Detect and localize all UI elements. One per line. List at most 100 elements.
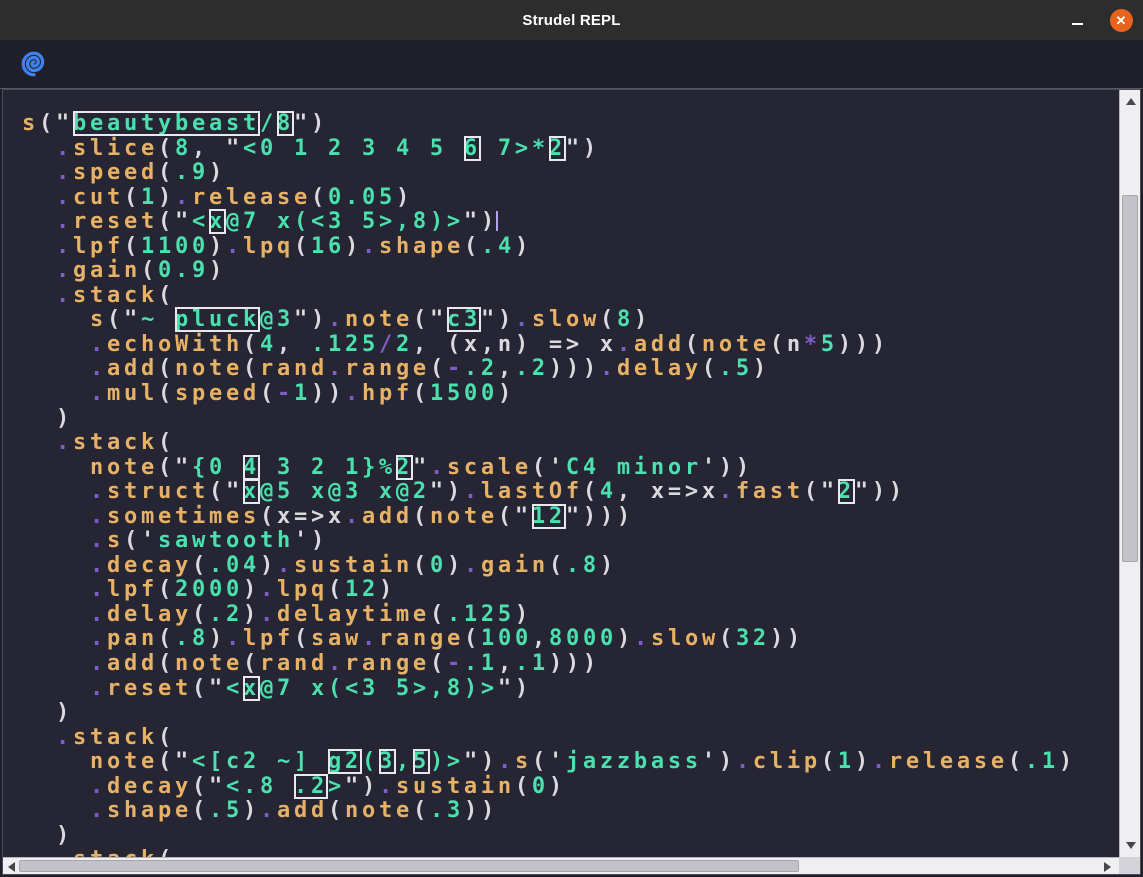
code-token: ) (56, 406, 73, 431)
code-token: ) (583, 136, 600, 161)
code-token: )> (430, 749, 464, 774)
code-token: .1 (1025, 749, 1059, 774)
code-line: .stack( (22, 726, 1119, 751)
vertical-scroll-thumb[interactable] (1122, 195, 1138, 562)
code-line: ) (22, 407, 1119, 432)
code-token: . (617, 332, 634, 357)
code-token: . (56, 430, 73, 455)
window-titlebar[interactable]: Strudel REPL ✕ (0, 0, 1143, 41)
code-token: )) (872, 479, 906, 504)
code-token: ( (583, 479, 600, 504)
code-token: . (90, 577, 107, 602)
code-token: ) (56, 700, 73, 725)
code-token: sustain (396, 774, 515, 799)
strudel-logo-icon[interactable] (20, 50, 48, 78)
code-token: ) (260, 553, 277, 578)
code-token: . (498, 749, 515, 774)
code-token: ) (362, 774, 379, 799)
code-token: .5 (719, 356, 753, 381)
code-token (22, 185, 56, 210)
highlighted-token: 5 (413, 749, 430, 774)
app-header (0, 40, 1143, 89)
highlighted-token: x (243, 676, 260, 701)
code-token: ( (294, 234, 311, 259)
code-token: . (56, 209, 73, 234)
code-token: clip (753, 749, 821, 774)
code-area[interactable]: s("beautybeast/8") .slice(8, "<0 1 2 3 4… (3, 90, 1119, 857)
code-token: note (175, 356, 243, 381)
code-token: @7 x(<3 5>,8)> (260, 676, 498, 701)
code-token: reset (107, 676, 192, 701)
code-token: , (277, 332, 311, 357)
highlighted-token: g2 (328, 749, 362, 774)
code-token: cut (73, 185, 124, 210)
code-token: lpq (277, 577, 328, 602)
code-token: speed (175, 381, 260, 406)
code-line: .slice(8, "<0 1 2 3 4 5 6 7>*2") (22, 137, 1119, 162)
code-token: / (379, 332, 396, 357)
code-token: saw (311, 626, 362, 651)
code-token: shape (107, 798, 192, 823)
code-token (22, 356, 90, 381)
code-token: ( (192, 774, 209, 799)
code-token: .8 (175, 626, 209, 651)
code-token: . (90, 332, 107, 357)
scroll-right-arrow-icon[interactable] (1104, 862, 1111, 872)
code-token: {0 (192, 455, 243, 480)
code-token: note (90, 749, 158, 774)
code-token: . (90, 528, 107, 553)
code-token: ( (243, 651, 260, 676)
code-token: 16 (311, 234, 345, 259)
horizontal-scrollbar[interactable] (3, 857, 1119, 874)
code-token: ( (124, 528, 141, 553)
code-token: 100 (481, 626, 532, 651)
code-token: add (634, 332, 685, 357)
code-token: .9 (175, 160, 209, 185)
code-token: speed (73, 160, 158, 185)
code-line: .cut(1).release(0.05) (22, 186, 1119, 211)
code-token: " (413, 455, 430, 480)
code-token: 0 (532, 774, 549, 799)
code-token: note (430, 504, 498, 529)
scroll-down-arrow-icon[interactable] (1126, 842, 1136, 849)
code-token: ))) (583, 504, 634, 529)
code-token: . (719, 479, 736, 504)
code-token: * (804, 332, 821, 357)
code-token: <0 1 2 3 4 5 (243, 136, 464, 161)
code-token: . (56, 234, 73, 259)
code-token: " (209, 676, 226, 701)
code-token: reset (73, 209, 158, 234)
minimize-icon (1072, 23, 1083, 25)
code-token (22, 504, 90, 529)
code-token: . (464, 553, 481, 578)
minimize-button[interactable] (1063, 8, 1091, 32)
scroll-left-arrow-icon[interactable] (8, 862, 15, 872)
code-line: .stack( (22, 848, 1119, 857)
code-token: ( (464, 234, 481, 259)
highlighted-token: x (209, 209, 226, 234)
code-token: " (430, 307, 447, 332)
code-token: .1 (464, 651, 498, 676)
close-button[interactable]: ✕ (1109, 8, 1133, 32)
horizontal-scroll-thumb[interactable] (19, 860, 799, 872)
code-token: add (107, 651, 158, 676)
code-token: ( (260, 504, 277, 529)
code-token (22, 234, 56, 259)
code-token: ( (430, 602, 447, 627)
code-token: 1100 (141, 234, 209, 259)
code-token (22, 553, 90, 578)
code-token: . (56, 725, 73, 750)
code-token: n (787, 332, 804, 357)
code-token: 5 (821, 332, 838, 357)
code-token: " (566, 504, 583, 529)
scroll-up-arrow-icon[interactable] (1126, 98, 1136, 105)
code-token: ( (141, 258, 158, 283)
code-token: sometimes (107, 504, 260, 529)
editor-frame: s("beautybeast/8") .slice(8, "<0 1 2 3 4… (2, 89, 1141, 875)
code-token: . (90, 504, 107, 529)
code-token: stack (73, 725, 158, 750)
code-line: .speed(.9) (22, 161, 1119, 186)
code-token: 0.9 (158, 258, 209, 283)
code-token: ( (413, 504, 430, 529)
vertical-scrollbar[interactable] (1119, 90, 1140, 857)
